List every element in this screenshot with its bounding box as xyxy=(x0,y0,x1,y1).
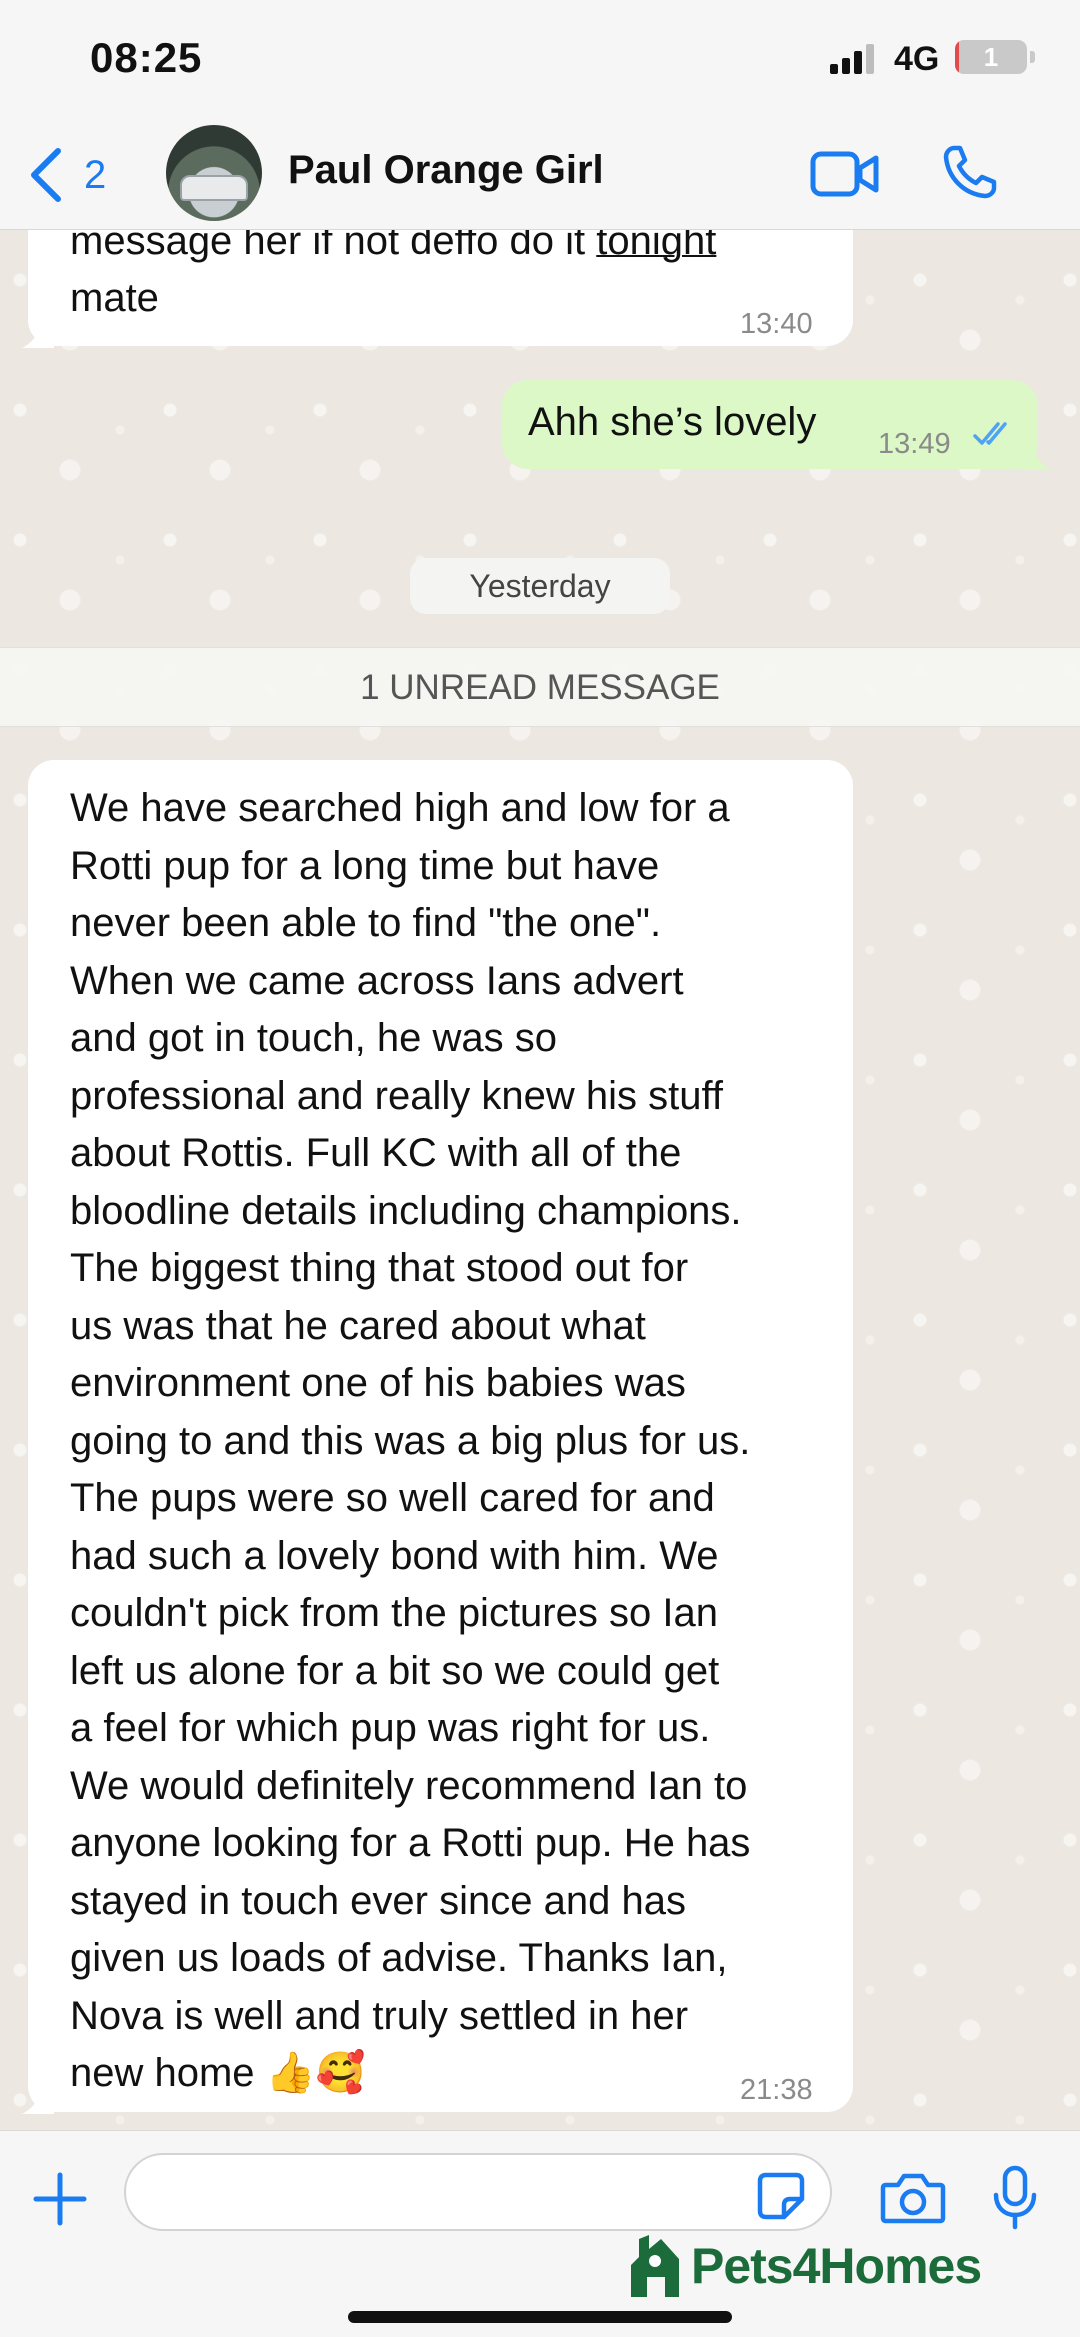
message-line: Nova is well and truly settled in her xyxy=(70,1993,689,2038)
bubble-tail xyxy=(22,318,54,348)
pets4homes-watermark: Pets4Homes xyxy=(625,2226,982,2306)
message-line: mate xyxy=(70,276,159,320)
message-line: anyone looking for a Rotti pup. He has xyxy=(70,1821,751,1865)
message-line: given us loads of advise. Thanks Ian, xyxy=(70,1936,728,1980)
battery-tip xyxy=(1030,51,1035,63)
sticker-icon[interactable] xyxy=(756,2171,806,2221)
message-line: and got in touch, he was so xyxy=(70,1016,557,1060)
battery-level: 1 xyxy=(983,42,999,72)
microphone-icon[interactable] xyxy=(990,2165,1040,2231)
message-line: The biggest thing that stood out for xyxy=(70,1246,689,1290)
watermark-text: Pets4Homes xyxy=(691,2238,982,2294)
status-time: 08:25 xyxy=(90,34,203,81)
message-line: environment one of his babies was xyxy=(70,1361,686,1405)
message-time: 21:38 xyxy=(740,2074,813,2106)
plus-icon[interactable] xyxy=(32,2171,88,2227)
message-line: couldn't pick from the pictures so Ian xyxy=(70,1591,718,1635)
message-bubble-incoming[interactable]: We have searched high and low for a Rott… xyxy=(28,760,853,2112)
pets4homes-logo-icon xyxy=(631,2235,679,2297)
message-line: Rotti pup for a long time but have xyxy=(70,843,660,888)
message-line: stayed in touch ever since and has xyxy=(70,1878,686,1923)
message-line: When we came across Ians advert xyxy=(70,958,684,1003)
message-line: had such a lovely bond with him. We xyxy=(70,1533,719,1578)
message-line: bloodline details including champions. xyxy=(70,1188,742,1233)
message-time: 13:49 xyxy=(878,428,951,460)
bubble-tail xyxy=(22,2084,54,2114)
message-line: a feel for which pup was right for us. xyxy=(70,1706,711,1750)
thumbs-up-hearts-emoji: 👍🥰 xyxy=(265,2051,366,2095)
message-line: new home xyxy=(70,2051,255,2095)
message-bubble-outgoing[interactable]: Ahh she’s lovely 13:49 xyxy=(502,380,1038,469)
back-button[interactable]: 2 xyxy=(28,142,106,208)
unread-banner: 1 UNREAD MESSAGE xyxy=(0,647,1080,727)
contact-name[interactable]: Paul Orange Girl xyxy=(288,148,604,193)
date-separator: Yesterday xyxy=(410,558,670,614)
message-line: professional and really knew his stuff xyxy=(70,1073,723,1118)
bubble-tail xyxy=(1020,440,1052,470)
avatar[interactable] xyxy=(166,125,262,221)
battery-icon: 1 xyxy=(955,40,1027,74)
message-line: going to and this was a big plus for us. xyxy=(70,1418,751,1463)
avatar-car-image xyxy=(180,175,248,201)
message-text: Ahh she’s lovely xyxy=(528,400,817,444)
message-line: about Rottis. Full KC with all of the xyxy=(70,1131,682,1175)
message-line: The pups were so well cared for and xyxy=(70,1476,715,1520)
network-type: 4G xyxy=(894,40,940,78)
message-line: left us alone for a bit so we could get xyxy=(70,1648,720,1693)
cellular-signal-icon xyxy=(830,44,874,74)
chevron-left-icon xyxy=(31,148,61,202)
chat-header: 2 Paul Orange Girl xyxy=(0,120,1080,230)
back-unread-count: 2 xyxy=(84,152,107,197)
message-composer: Pets4Homes xyxy=(0,2130,1080,2337)
message-line: We have searched high and low for a xyxy=(70,786,730,830)
message-time: 13:40 xyxy=(740,308,813,340)
video-call-icon[interactable] xyxy=(810,148,880,200)
message-input[interactable] xyxy=(124,2153,832,2231)
message-text: We have searched high and low for a Rott… xyxy=(70,780,870,2103)
double-check-icon xyxy=(973,422,1007,445)
message-line: We would definitely recommend Ian to xyxy=(70,1763,748,1808)
status-bar: 08:25 4G 1 xyxy=(0,0,1080,120)
camera-icon[interactable] xyxy=(880,2171,946,2225)
phone-call-icon[interactable] xyxy=(940,142,1000,202)
message-line: us was that he cared about what xyxy=(70,1303,646,1348)
message-line: never been able to find "the one". xyxy=(70,901,662,945)
home-indicator[interactable] xyxy=(348,2311,732,2323)
